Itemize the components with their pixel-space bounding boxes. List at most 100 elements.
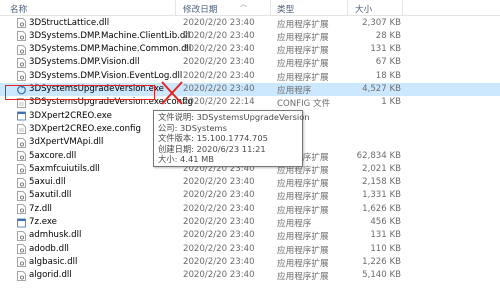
file-size: 1,626 KB <box>362 203 401 214</box>
file-row[interactable]: 3DStructLattice.dll 2020/2/20 23:40 应用程序扩展… <box>0 16 500 30</box>
file-type: 应用程序扩展 <box>277 192 329 203</box>
dll-icon <box>17 18 26 28</box>
file-name: 3DSystems.DMP.Machine.Common.dll <box>29 44 192 55</box>
file-name: 3DSystems.DMP.Machine.ClientLib.dll <box>29 30 191 41</box>
file-size: 67 KB <box>375 57 401 68</box>
file-size: 2,021 KB <box>362 163 401 174</box>
file-date: 2020/2/20 23:40 <box>183 84 255 94</box>
file-name: 5axcore.dll <box>29 150 77 161</box>
file-date: 2020/2/20 23:40 <box>183 30 255 41</box>
file-row[interactable]: algbasic.dll 2020/2/20 23:40 应用程序扩展 1,226 K… <box>0 255 500 269</box>
file-date: 2020/2/20 23:40 <box>183 70 255 81</box>
file-date: 2020/2/20 23:40 <box>183 217 255 227</box>
file-size: 131 KB <box>370 44 401 55</box>
file-name: algorid.dll <box>29 270 72 281</box>
file-date: 2020/2/20 23:40 <box>183 270 255 281</box>
dll-icon <box>17 164 26 175</box>
annotation-box <box>5 85 155 100</box>
file-size: 5,140 KB <box>362 270 401 281</box>
file-row[interactable]: 3DSystems.DMP.Machine.ClientLib.dll 2020/… <box>0 29 500 43</box>
tooltip-version: 文件版本: 15.100.1774.705 <box>158 133 268 144</box>
file-size: 1 KB <box>381 97 401 108</box>
file-row[interactable]: admhusk.dll 2020/2/20 23:40 应用程序扩展 131 KB <box>0 229 500 242</box>
file-row[interactable]: algorid.dll 2020/2/20 23:40 应用程序扩展 5,140 KB <box>0 269 500 282</box>
file-name: 3DStructLattice.dll <box>29 17 110 28</box>
column-divider[interactable] <box>402 0 403 15</box>
tooltip-size: 大小: 4.41 MB <box>158 154 214 165</box>
file-row[interactable]: 3DSystems.DMP.Vision.dll 2020/2/20 23:40 应… <box>0 56 500 69</box>
file-date: 2020/2/20 23:40 <box>183 243 255 254</box>
file-row[interactable]: 5axutil.dll 2020/2/20 23:40 应用程序扩展 1,331 KB <box>0 189 500 202</box>
dll-icon <box>17 257 26 268</box>
file-size: 2,158 KB <box>362 177 401 188</box>
column-divider[interactable] <box>347 0 348 15</box>
cross-mark-icon <box>161 81 183 105</box>
file-date: 2020/2/20 23:40 <box>183 57 255 68</box>
file-name: 3dXpertVMApi.dll <box>29 137 104 148</box>
file-row[interactable]: 7z.dll 2020/2/20 23:40 应用程序扩展 1,626 KB <box>0 202 500 216</box>
dll-icon <box>17 44 26 55</box>
file-type: 应用程序扩展 <box>277 32 329 43</box>
file-row[interactable]: 5axui.dll 2020/2/20 23:40 应用程序扩展 2,158 KB <box>0 176 500 189</box>
file-name: 7z.exe <box>29 217 57 227</box>
dll-icon <box>17 204 26 215</box>
tooltip-description: 文件说明: 3DSystemsUpgradeVersion <box>158 112 310 122</box>
file-name: 3DSystems.DMP.Vision.dll <box>29 57 140 68</box>
file-type: 应用程序 <box>277 219 312 229</box>
dll-icon <box>17 71 26 82</box>
config-icon <box>17 124 26 135</box>
file-date: 2020/2/20 23:40 <box>183 256 255 267</box>
file-row[interactable]: 3DSystems.DMP.Vision.EventLog.dll 2020/2/… <box>0 69 500 83</box>
file-type: 应用程序扩展 <box>277 245 329 256</box>
file-name: 7z.dll <box>29 203 52 214</box>
file-type: 应用程序扩展 <box>277 258 329 269</box>
dll-icon <box>17 244 26 254</box>
dll-icon <box>17 57 26 68</box>
file-name: admhusk.dll <box>29 230 82 241</box>
file-size: 131 KB <box>370 230 401 241</box>
file-type: 应用程序扩展 <box>277 46 329 57</box>
dll-icon <box>17 151 26 161</box>
dll-icon <box>17 230 26 241</box>
dll-icon <box>17 270 26 281</box>
file-size: 456 KB <box>370 217 401 227</box>
file-type: CONFIG 文件 <box>277 99 331 110</box>
file-row[interactable]: adodb.dll 2020/2/20 23:40 应用程序扩展 110 KB <box>0 242 500 256</box>
file-date: 2020/2/20 23:40 <box>183 17 255 28</box>
file-date: 2020/2/20 23:40 <box>183 190 255 201</box>
dll-icon <box>17 177 26 188</box>
file-name: adodb.dll <box>29 243 69 254</box>
column-header-date[interactable]: 修改日期 <box>183 3 217 15</box>
file-type: 应用程序扩展 <box>277 272 329 283</box>
file-type: 应用程序扩展 <box>277 72 329 83</box>
file-type: 应用程序扩展 <box>277 59 329 70</box>
file-name: 3DXpert2CREO.exe <box>29 110 112 121</box>
column-header-name[interactable]: 名称 <box>10 3 27 15</box>
file-name: 5axutil.dll <box>29 190 72 201</box>
file-row[interactable]: 7z.exe 2020/2/20 23:40 应用程序 456 KB <box>0 216 500 229</box>
sort-chevron-icon: ︿ <box>240 0 247 8</box>
file-size: 28 KB <box>375 30 401 41</box>
column-divider[interactable] <box>270 0 271 15</box>
file-name: 5axui.dll <box>29 177 66 188</box>
file-type: 应用程序扩展 <box>277 19 329 30</box>
file-size: 110 KB <box>370 243 401 254</box>
exe-icon <box>17 111 26 121</box>
column-header-type[interactable]: 类型 <box>277 3 294 15</box>
file-type: 应用程序扩展 <box>277 232 329 243</box>
dll-icon <box>17 137 26 148</box>
file-name: 5axmfcuiutils.dll <box>29 163 100 174</box>
column-header-size[interactable]: 大小 <box>355 3 372 15</box>
file-size: 4,527 KB <box>362 84 401 94</box>
file-name: algbasic.dll <box>29 256 78 267</box>
file-name: 3DXpert2CREO.exe.config <box>29 123 141 134</box>
file-date: 2020/2/20 23:40 <box>183 230 255 241</box>
file-tooltip: 文件说明: 3DSystemsUpgradeVersion 公司: 3DSyst… <box>153 110 310 167</box>
file-row[interactable]: 3DSystems.DMP.Machine.Common.dll 2020/2/2… <box>0 43 500 56</box>
tooltip-company: 公司: 3DSystems <box>158 122 227 133</box>
tooltip-created: 创建日期: 2020/6/23 11:21 <box>158 143 266 154</box>
column-divider[interactable] <box>175 0 176 15</box>
file-date: 2020/2/20 23:40 <box>183 177 255 188</box>
dll-icon <box>17 31 26 42</box>
file-size: 18 KB <box>375 70 401 81</box>
